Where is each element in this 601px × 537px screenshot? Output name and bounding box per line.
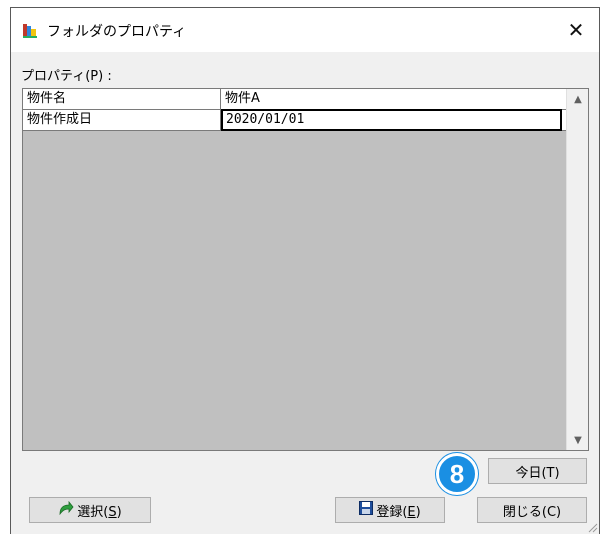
property-row[interactable]: 物件名 物件A	[23, 89, 566, 110]
folder-properties-icon	[22, 23, 38, 39]
property-row[interactable]: 物件作成日 2020/01/01	[23, 109, 566, 131]
properties-label: プロパティ(P) :	[21, 69, 112, 84]
resize-grip-icon[interactable]	[586, 521, 598, 533]
property-rows: 物件名 物件A 物件作成日 2020/01/01	[23, 89, 566, 131]
green-arrow-icon	[58, 500, 74, 519]
dialog-title: フォルダのプロパティ	[47, 24, 187, 40]
register-button[interactable]: 登録(E)	[335, 497, 445, 523]
scroll-up-arrow-icon[interactable]: ▲	[567, 89, 589, 109]
property-value-editor[interactable]: 2020/01/01	[221, 109, 562, 131]
select-button-label: 選択(S)	[77, 504, 122, 520]
scroll-down-arrow-icon[interactable]: ▼	[567, 430, 589, 450]
today-button[interactable]: 今日(T)	[488, 458, 587, 484]
property-value-cell[interactable]: 物件A	[222, 89, 566, 109]
properties-dialog: フォルダのプロパティ ✕ プロパティ(P) : 物件名 物件A 物件作成日 20…	[10, 7, 600, 534]
vertical-scrollbar[interactable]: ▲ ▼	[566, 89, 588, 450]
title-bar: フォルダのプロパティ ✕	[11, 8, 599, 52]
close-icon: ✕	[567, 18, 585, 42]
close-window-button[interactable]: ✕	[553, 8, 599, 52]
property-name-cell: 物件作成日	[23, 110, 221, 130]
floppy-disk-icon	[359, 501, 374, 519]
close-button[interactable]: 閉じる(C)	[477, 497, 587, 523]
register-button-label: 登録(E)	[376, 504, 421, 520]
select-button[interactable]: 選択(S)	[29, 497, 151, 523]
property-name-cell: 物件名	[23, 89, 221, 109]
step-number-badge: 8	[436, 453, 478, 495]
property-grid[interactable]: 物件名 物件A 物件作成日 2020/01/01 ▲ ▼	[22, 88, 589, 451]
